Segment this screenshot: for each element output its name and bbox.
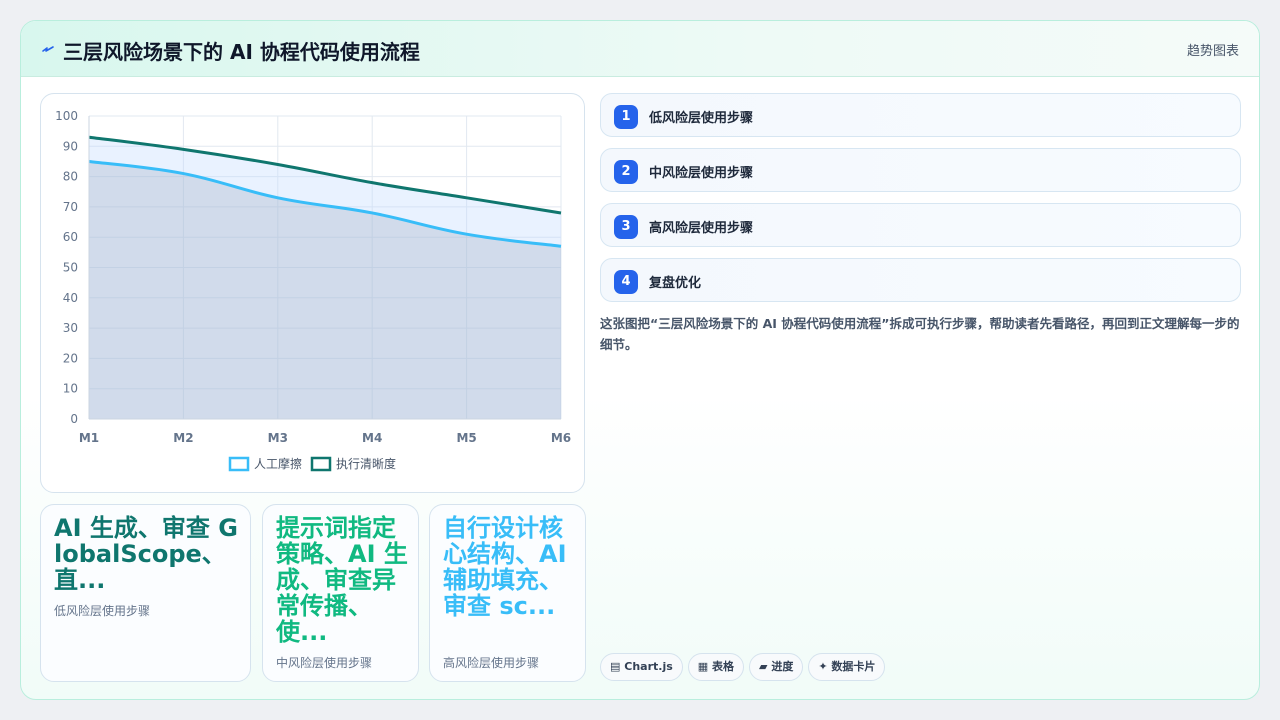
metric-card-high: 自行设计核心结构、AI 辅助填充、审查 sc... 高风险层使用步骤 [429, 504, 586, 682]
y-tick-label: 40 [63, 291, 78, 305]
legend-label: 执行清晰度 [336, 456, 396, 471]
legend-label: 人工摩擦 [254, 456, 302, 471]
step-item[interactable]: 3 高风险层使用步骤 [600, 203, 1241, 247]
y-tick-label: 80 [63, 170, 78, 184]
y-tick-label: 100 [55, 109, 78, 123]
step-label: 低风险层使用步骤 [649, 111, 754, 126]
x-tick-label: M2 [173, 431, 193, 445]
step-number-badge: 2 [614, 160, 638, 184]
step-item[interactable]: 1 低风险层使用步骤 [600, 93, 1241, 137]
tag-label: 数据卡片 [831, 660, 876, 673]
main-card: 三层风险场景下的 AI 协程代码使用流程 趋势图表 0 10 20 30 40 50 60 7… [20, 20, 1260, 700]
x-tick-label: M3 [268, 431, 288, 445]
tag-data-card[interactable]: ✦ 数据卡片 [808, 653, 886, 681]
x-tick-label: M5 [456, 431, 476, 445]
y-tick-label: 90 [63, 139, 78, 153]
chart-panel: 0 10 20 30 40 50 60 70 80 90 100 M1 M2 M3 M4 M5 M6 人工摩擦 执行… [40, 93, 585, 493]
y-tick-label: 70 [63, 200, 78, 214]
metric-value: 自行设计核心结构、AI 辅助填充、审查 sc... [443, 515, 567, 619]
card-header: 三层风险场景下的 AI 协程代码使用流程 趋势图表 [21, 21, 1259, 77]
y-tick-label: 0 [70, 412, 78, 426]
x-tick-label: M4 [362, 431, 382, 445]
y-tick-label: 60 [63, 230, 78, 244]
metric-value: AI 生成、审查 GlobalScope、直... [54, 515, 238, 593]
chart-description: 这张图把“三层风险场景下的 AI 协程代码使用流程”拆成可执行步骤，帮助读者先看… [600, 316, 1240, 352]
metric-label: 中风险层使用步骤 [276, 656, 373, 670]
metric-label: 低风险层使用步骤 [54, 604, 151, 618]
chart-type-badge: 趋势图表 [1186, 44, 1239, 59]
tag-list: ▤ Chart.js ▦ 表格 ▰ 进度 ✦ 数据卡片 [600, 653, 890, 681]
tag-progress[interactable]: ▰ 进度 [749, 653, 804, 681]
table-icon: ▦ [697, 660, 709, 673]
step-list: 1 低风险层使用步骤 2 中风险层使用步骤 3 高风险层使用步骤 4 复盘优化 [600, 93, 1241, 313]
step-label: 中风险层使用步骤 [649, 166, 754, 181]
step-item[interactable]: 4 复盘优化 [600, 258, 1241, 302]
tag-label: 表格 [712, 660, 735, 673]
step-number-badge: 3 [614, 215, 638, 239]
step-label: 高风险层使用步骤 [649, 221, 754, 236]
legend-swatch [310, 456, 332, 472]
tag-table[interactable]: ▦ 表格 [687, 653, 745, 681]
y-tick-label: 50 [63, 261, 78, 275]
y-tick-label: 20 [63, 351, 78, 365]
metric-value: 提示词指定策略、AI 生成、审查异常传播、使... [276, 515, 408, 645]
y-tick-label: 10 [63, 382, 78, 396]
tag-label: 进度 [771, 660, 794, 673]
trend-chart: 0 10 20 30 40 50 60 70 80 90 100 M1 M2 M3 M4 M5 M6 人工摩擦 执行… [55, 109, 571, 472]
metric-label: 高风险层使用步骤 [443, 656, 540, 670]
sparkle-icon: ✦ [818, 660, 828, 673]
metric-card-mid: 提示词指定策略、AI 生成、审查异常传播、使... 中风险层使用步骤 [262, 504, 419, 682]
chart-icon: ▤ [610, 660, 621, 673]
x-tick-label: M1 [79, 431, 99, 445]
step-number-badge: 4 [614, 270, 638, 294]
step-label: 复盘优化 [649, 276, 702, 291]
x-tick-label: M6 [551, 431, 571, 445]
step-item[interactable]: 2 中风险层使用步骤 [600, 148, 1241, 192]
tag-chartjs[interactable]: ▤ Chart.js [600, 653, 683, 681]
tag-label: Chart.js [624, 660, 673, 673]
progress-icon: ▰ [759, 660, 768, 673]
page-title: 三层风险场景下的 AI 协程代码使用流程 [63, 40, 420, 64]
legend-swatch [228, 456, 250, 472]
step-number-badge: 1 [614, 105, 638, 129]
y-tick-label: 30 [63, 321, 78, 335]
lightning-icon [42, 46, 54, 52]
metric-card-low: AI 生成、审查 GlobalScope、直... 低风险层使用步骤 [40, 504, 251, 682]
